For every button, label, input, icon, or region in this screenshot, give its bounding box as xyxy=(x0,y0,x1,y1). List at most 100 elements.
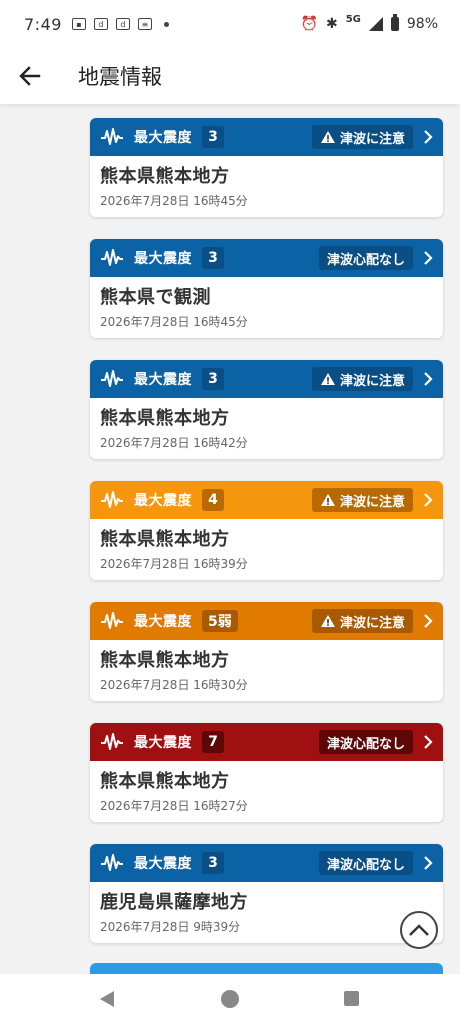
nav-recents-button[interactable] xyxy=(344,991,359,1006)
battery-icon xyxy=(390,14,399,31)
status-bar: 7:49 ▪ d d ≡ ⏰ ✱ 5G 98% xyxy=(0,0,460,48)
back-arrow-icon xyxy=(19,66,41,86)
chevron-right-icon xyxy=(424,493,433,507)
tsunami-badge: 津波心配なし xyxy=(318,730,413,754)
card-body: 鹿児島県薩摩地方 2026年7月28日 9時39分 xyxy=(90,882,443,935)
earthquake-card[interactable]: 最大震度 5弱 津波に注意 熊本県熊本地方 2026年7月28日 16時30分 xyxy=(90,602,443,701)
intensity-badge: 3 xyxy=(202,368,224,390)
bluetooth-icon: ✱ xyxy=(325,16,338,32)
chevron-right-icon xyxy=(424,372,433,386)
warning-icon xyxy=(320,615,335,627)
seismic-wave-icon xyxy=(101,370,123,387)
epicenter-place: 熊本県熊本地方 xyxy=(100,408,230,429)
intensity-badge: 3 xyxy=(202,126,224,148)
scroll-to-top-button[interactable] xyxy=(400,911,438,949)
warning-icon xyxy=(320,373,335,385)
intensity-badge: 7 xyxy=(202,731,224,753)
epicenter-place: 鹿児島県薩摩地方 xyxy=(100,892,248,913)
earthquake-card[interactable]: 最大震度 3 津波に注意 熊本県熊本地方 2026年7月28日 16時42分 xyxy=(90,360,443,459)
seismic-wave-icon xyxy=(101,491,123,508)
occurrence-time: 2026年7月28日 16時39分 xyxy=(100,557,248,571)
max-intensity-label: 最大震度 xyxy=(134,130,192,146)
page-title: 地震情報 xyxy=(78,65,162,89)
app-bar: 地震情報 xyxy=(0,48,460,104)
epicenter-place: 熊本県で観測 xyxy=(100,287,211,308)
system-icons: ⏰ ✱ 5G 98% xyxy=(300,13,438,33)
earthquake-card[interactable]: 最大震度 7 津波心配なし 熊本県熊本地方 2026年7月28日 16時27分 xyxy=(90,723,443,822)
status-time: 7:49 xyxy=(24,14,62,34)
tsunami-status: 津波心配なし xyxy=(326,252,405,268)
nav-home-button[interactable] xyxy=(221,990,239,1008)
epicenter-place: 熊本県熊本地方 xyxy=(100,650,230,671)
intensity-badge: 5弱 xyxy=(202,610,238,632)
max-intensity-label: 最大震度 xyxy=(134,372,192,388)
tsunami-status: 津波に注意 xyxy=(339,373,405,389)
earthquake-card[interactable]: 最大震度 3 津波に注意 熊本県熊本地方 2026年7月28日 16時45分 xyxy=(90,118,443,217)
network-type: 5G xyxy=(345,13,361,25)
chevron-right-icon xyxy=(424,735,433,749)
tsunami-badge: 津波に注意 xyxy=(311,125,413,149)
epicenter-place: 熊本県熊本地方 xyxy=(100,166,230,187)
earthquake-card[interactable]: 最大震度 3 津波心配なし 鹿児島県薩摩地方 2026年7月28日 9時39分 xyxy=(90,844,443,943)
card-body: 熊本県熊本地方 2026年7月28日 16時30分 xyxy=(90,640,443,693)
notification-app-icon: ▪ xyxy=(71,18,86,30)
max-intensity-label: 最大震度 xyxy=(134,735,192,751)
card-header: 最大震度 3 津波心配なし xyxy=(90,239,443,277)
card-header: 最大震度 3 津波に注意 xyxy=(90,118,443,156)
earthquake-card[interactable]: 最大震度 3 津波心配なし 熊本県で観測 2026年7月28日 16時45分 xyxy=(90,239,443,338)
tsunami-badge: 津波に注意 xyxy=(311,367,413,391)
occurrence-time: 2026年7月28日 16時42分 xyxy=(100,436,248,450)
notification-d2-icon: d xyxy=(115,18,130,30)
epicenter-place: 熊本県熊本地方 xyxy=(100,771,230,792)
chevron-up-icon xyxy=(409,924,429,936)
earthquake-list: 最大震度 3 津波に注意 熊本県熊本地方 2026年7月28日 16時45分 最… xyxy=(90,118,443,965)
occurrence-time: 2026年7月28日 16時45分 xyxy=(100,315,248,329)
signal-icon xyxy=(368,17,383,31)
card-header: 最大震度 3 津波に注意 xyxy=(90,360,443,398)
occurrence-time: 2026年7月28日 9時39分 xyxy=(100,920,241,934)
tsunami-status: 津波に注意 xyxy=(339,131,405,147)
card-body: 熊本県熊本地方 2026年7月28日 16時42分 xyxy=(90,398,443,451)
chevron-right-icon xyxy=(424,614,433,628)
card-header: 最大震度 5弱 津波に注意 xyxy=(90,602,443,640)
card-body: 熊本県で観測 2026年7月28日 16時45分 xyxy=(90,277,443,330)
tsunami-badge: 津波心配なし xyxy=(318,246,413,270)
notification-news-icon: ≡ xyxy=(137,18,152,30)
epicenter-place: 熊本県熊本地方 xyxy=(100,529,230,550)
occurrence-time: 2026年7月28日 16時30分 xyxy=(100,678,248,692)
max-intensity-label: 最大震度 xyxy=(134,493,192,509)
warning-icon xyxy=(320,494,335,506)
seismic-wave-icon xyxy=(101,612,123,629)
seismic-wave-icon xyxy=(101,128,123,145)
seismic-wave-icon xyxy=(101,249,123,266)
battery-level: 98% xyxy=(406,16,438,32)
tsunami-badge: 津波に注意 xyxy=(311,488,413,512)
tsunami-status: 津波心配なし xyxy=(326,736,405,752)
tsunami-status: 津波心配なし xyxy=(326,857,405,873)
max-intensity-label: 最大震度 xyxy=(134,614,192,630)
chevron-right-icon xyxy=(424,251,433,265)
max-intensity-label: 最大震度 xyxy=(134,856,192,872)
notification-icons: ▪ d d ≡ xyxy=(71,18,169,30)
tsunami-badge: 津波心配なし xyxy=(318,851,413,875)
chevron-right-icon xyxy=(424,856,433,870)
warning-icon xyxy=(320,131,335,143)
back-button[interactable] xyxy=(16,62,44,90)
intensity-badge: 3 xyxy=(202,247,224,269)
card-body: 熊本県熊本地方 2026年7月28日 16時27分 xyxy=(90,761,443,814)
nav-back-button[interactable] xyxy=(100,991,114,1007)
tsunami-badge: 津波に注意 xyxy=(311,609,413,633)
notification-d-icon: d xyxy=(93,18,108,30)
card-body: 熊本県熊本地方 2026年7月28日 16時45分 xyxy=(90,156,443,209)
intensity-badge: 3 xyxy=(202,852,224,874)
alarm-icon: ⏰ xyxy=(300,16,318,32)
card-header: 最大震度 7 津波心配なし xyxy=(90,723,443,761)
seismic-wave-icon xyxy=(101,854,123,871)
card-header: 最大震度 3 津波心配なし xyxy=(90,844,443,882)
occurrence-time: 2026年7月28日 16時45分 xyxy=(100,194,248,208)
intensity-badge: 4 xyxy=(202,489,224,511)
max-intensity-label: 最大震度 xyxy=(134,251,192,267)
tsunami-status: 津波に注意 xyxy=(339,494,405,510)
earthquake-card[interactable]: 最大震度 4 津波に注意 熊本県熊本地方 2026年7月28日 16時39分 xyxy=(90,481,443,580)
card-body: 熊本県熊本地方 2026年7月28日 16時39分 xyxy=(90,519,443,572)
